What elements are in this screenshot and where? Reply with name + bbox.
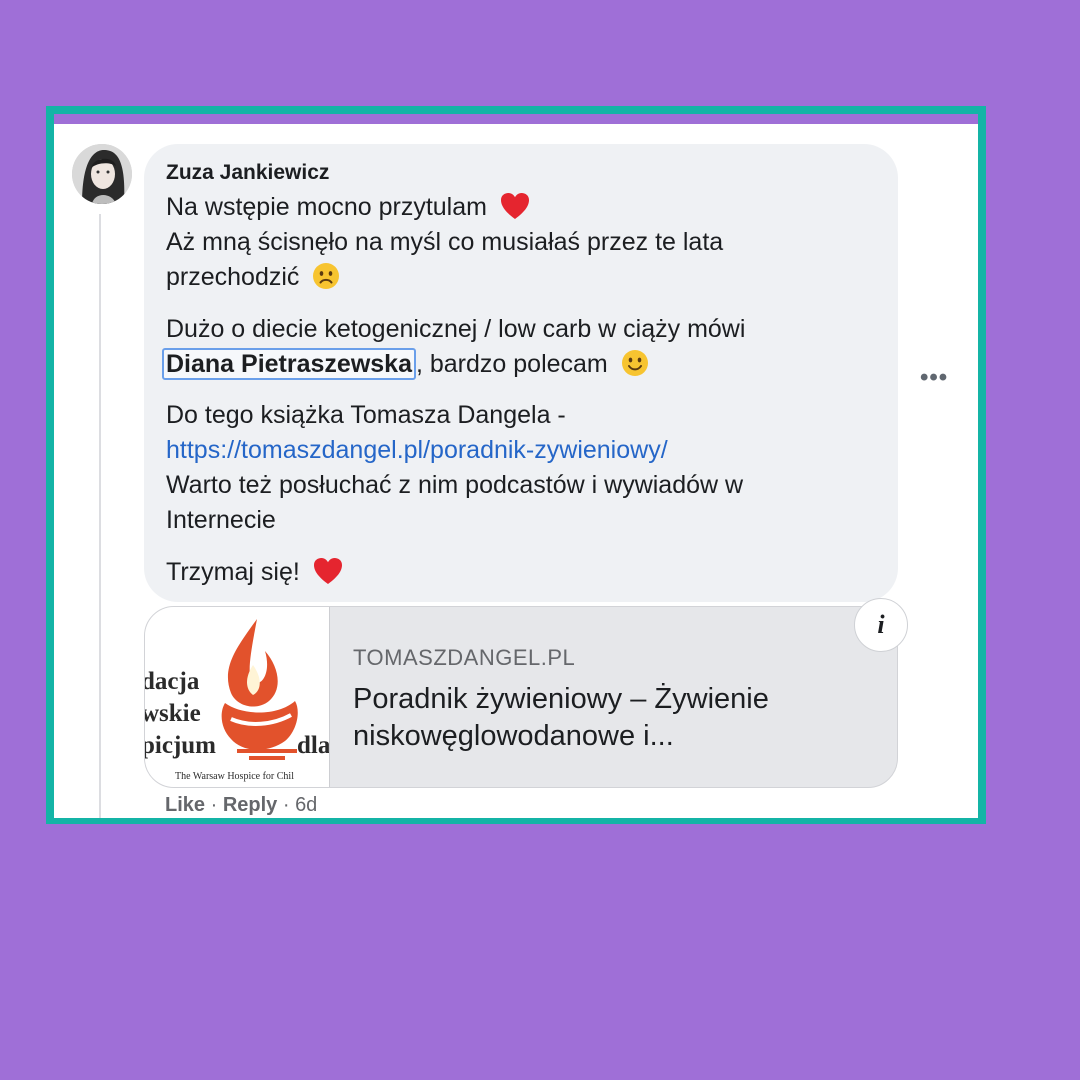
logo-text-line-3: picjum	[145, 732, 216, 759]
comment-paragraph-2: Dużo o diecie ketogenicznej / low carb w…	[162, 312, 746, 382]
comment-text: Do tego książka Tomasza Dangela -	[166, 401, 566, 429]
logo-text-line-1: dacja	[145, 668, 200, 695]
comment-link[interactable]: https://tomaszdangel.pl/poradnik-zywieni…	[166, 433, 743, 468]
comment-text: Dużo o diecie ketogenicznej / low carb w…	[166, 315, 746, 343]
reply-button[interactable]: Reply	[223, 794, 277, 816]
comment-timestamp[interactable]: 6d	[295, 794, 317, 816]
comment-author[interactable]: Zuza Jankiewicz	[166, 161, 329, 185]
mention-tag[interactable]: Diana Pietraszewska	[162, 348, 416, 380]
comment-text: Trzymaj się!	[166, 558, 300, 586]
link-preview-card[interactable]: dacja wskie picjum dla The Warsaw Hospic…	[144, 606, 898, 788]
comment-paragraph-3: Do tego książka Tomasza Dangela - https:…	[166, 398, 743, 538]
preview-domain: TOMASZDANGEL.PL	[353, 645, 576, 670]
avatar[interactable]	[72, 144, 132, 204]
red-heart-icon	[500, 193, 529, 219]
action-separator: ·	[277, 794, 296, 816]
avatar-photo-icon	[72, 144, 132, 204]
sad-face-emoji-icon	[313, 263, 340, 289]
like-button[interactable]: Like	[165, 794, 205, 816]
comment-text: Na wstępie mocno przytulam	[166, 193, 487, 221]
logo-caption: The Warsaw Hospice for Chil	[175, 771, 294, 782]
comment-text: , bardzo polecam	[415, 350, 608, 378]
comment-paragraph-4: Trzymaj się!	[166, 555, 343, 590]
logo-text-line-2: wskie	[145, 700, 201, 727]
comment-text: Aż mną ścisnęło na myśl co musiałaś prze…	[166, 228, 724, 256]
comment-paragraph-1: Na wstępie mocno przytulam Aż mną ścisnę…	[166, 190, 723, 295]
comment-actions: Like · Reply · 6d	[165, 794, 317, 817]
hospice-logo-icon: dacja wskie picjum dla The Warsaw Hospic…	[145, 619, 329, 782]
logo-text-line-3-right: dla	[297, 732, 329, 759]
preview-thumbnail: dacja wskie picjum dla The Warsaw Hospic…	[145, 607, 330, 787]
comment-card: Zuza Jankiewicz Na wstępie mocno przytul…	[54, 124, 978, 818]
info-icon[interactable]: i	[854, 598, 908, 652]
comment-text: Warto też posłuchać z nim podcastów i wy…	[166, 471, 744, 499]
comment-bubble: Zuza Jankiewicz Na wstępie mocno przytul…	[144, 144, 898, 602]
smile-emoji-icon	[621, 350, 648, 376]
comment-text: przechodzić	[166, 263, 300, 291]
action-separator: ·	[205, 794, 223, 816]
thread-line	[99, 214, 101, 818]
more-options-icon[interactable]: •••	[920, 364, 948, 392]
preview-title: Poradnik żywieniowy – Żywienie niskowęgl…	[353, 683, 769, 752]
red-heart-icon	[313, 558, 342, 584]
comment-text: Internecie	[166, 506, 276, 534]
